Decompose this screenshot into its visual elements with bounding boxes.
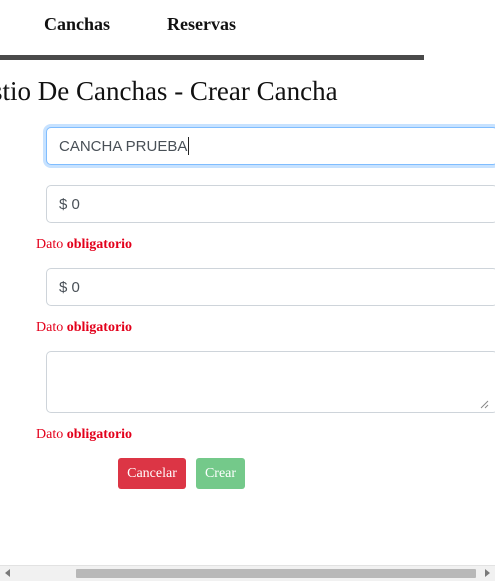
- price2-input[interactable]: $ 0: [46, 268, 495, 306]
- name-input[interactable]: CANCHA PRUEBA: [46, 127, 495, 165]
- description-error-message: Dato obligatorio: [36, 427, 133, 442]
- price2-input-value: $ 0: [59, 278, 80, 296]
- page-title: estio De Canchas - Crear Cancha: [0, 76, 338, 106]
- resize-grip-icon[interactable]: [480, 400, 489, 409]
- cancel-button[interactable]: Cancelar: [118, 458, 186, 489]
- nav-link-reservas[interactable]: Reservas: [167, 14, 236, 35]
- price-error-message: Dato obligatorio: [36, 237, 133, 252]
- description-textarea[interactable]: [46, 351, 495, 413]
- name-input-value: CANCHA PRUEBA: [59, 137, 188, 155]
- price2-error-message: Dato obligatorio: [36, 320, 133, 335]
- horizontal-scrollbar[interactable]: [0, 565, 495, 581]
- nav-link-canchas[interactable]: Canchas: [44, 14, 110, 35]
- scroll-left-arrow-icon[interactable]: [5, 569, 10, 577]
- scrollbar-thumb[interactable]: [76, 569, 476, 578]
- price-input-value: $ 0: [59, 195, 80, 213]
- price-input[interactable]: $ 0: [46, 185, 495, 223]
- top-navbar: Canchas Reservas: [0, 0, 424, 60]
- scroll-right-arrow-icon[interactable]: [485, 569, 490, 577]
- text-caret: [188, 137, 190, 155]
- create-button[interactable]: Crear: [196, 458, 245, 489]
